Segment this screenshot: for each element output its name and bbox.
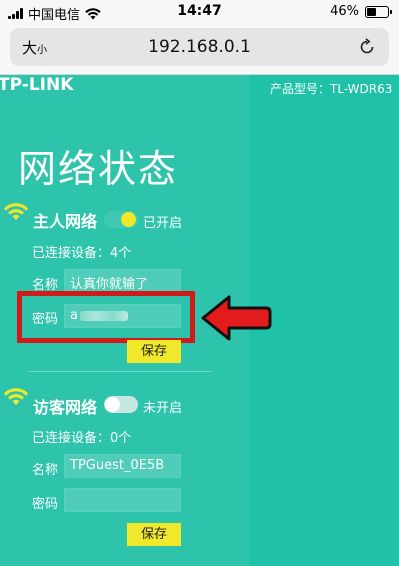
content-panel: [250, 75, 399, 566]
browser-chrome: 中国电信 14:47 46% 大小 192.168.0.1: [0, 0, 399, 75]
guest-password-label: 密码: [32, 497, 59, 512]
red-arrow-icon: [201, 295, 272, 341]
host-save-button[interactable]: 保存: [127, 340, 181, 363]
wifi-icon: [3, 203, 29, 220]
toggle-knob: [121, 212, 136, 227]
highlight-box: [17, 291, 195, 343]
guest-network-title: 访客网络: [33, 398, 98, 417]
wifi-icon: [3, 388, 29, 405]
guest-password-input[interactable]: [64, 488, 181, 512]
url-bar[interactable]: 大小 192.168.0.1: [10, 28, 389, 66]
battery-level: [367, 7, 377, 16]
section-divider: [28, 371, 212, 372]
host-toggle-state: 已开启: [143, 216, 183, 231]
guest-name-input[interactable]: TPGuest_0E5B: [64, 454, 181, 478]
host-name-input[interactable]: 认真你就输了: [64, 269, 181, 293]
status-bar: 中国电信 14:47 46%: [0, 0, 399, 24]
host-network-title: 主人网络: [33, 212, 98, 231]
status-right: 46%: [330, 4, 392, 19]
host-connected-devices: 已连接设备：4个: [32, 246, 132, 261]
guest-toggle-state: 未开启: [143, 401, 183, 416]
guest-network-toggle[interactable]: [104, 396, 138, 413]
router-page: TP-LINK 产品型号：TL-WDR63 网络状态 主人网络 已开启 已连接设…: [0, 75, 399, 566]
guest-name-label: 名称: [32, 463, 59, 478]
toggle-knob: [105, 397, 120, 412]
tp-link-logo: TP-LINK: [0, 75, 74, 95]
url-text[interactable]: 192.168.0.1: [10, 37, 389, 57]
guest-connected-devices: 已连接设备：0个: [32, 431, 132, 446]
battery-percent: 46%: [330, 4, 359, 19]
page-title: 网络状态: [18, 147, 179, 191]
guest-save-button[interactable]: 保存: [127, 523, 181, 546]
host-network-toggle[interactable]: [104, 211, 138, 228]
model-label: 产品型号：TL-WDR63: [270, 82, 393, 96]
reload-icon[interactable]: [357, 37, 377, 57]
battery-icon: [365, 5, 392, 18]
